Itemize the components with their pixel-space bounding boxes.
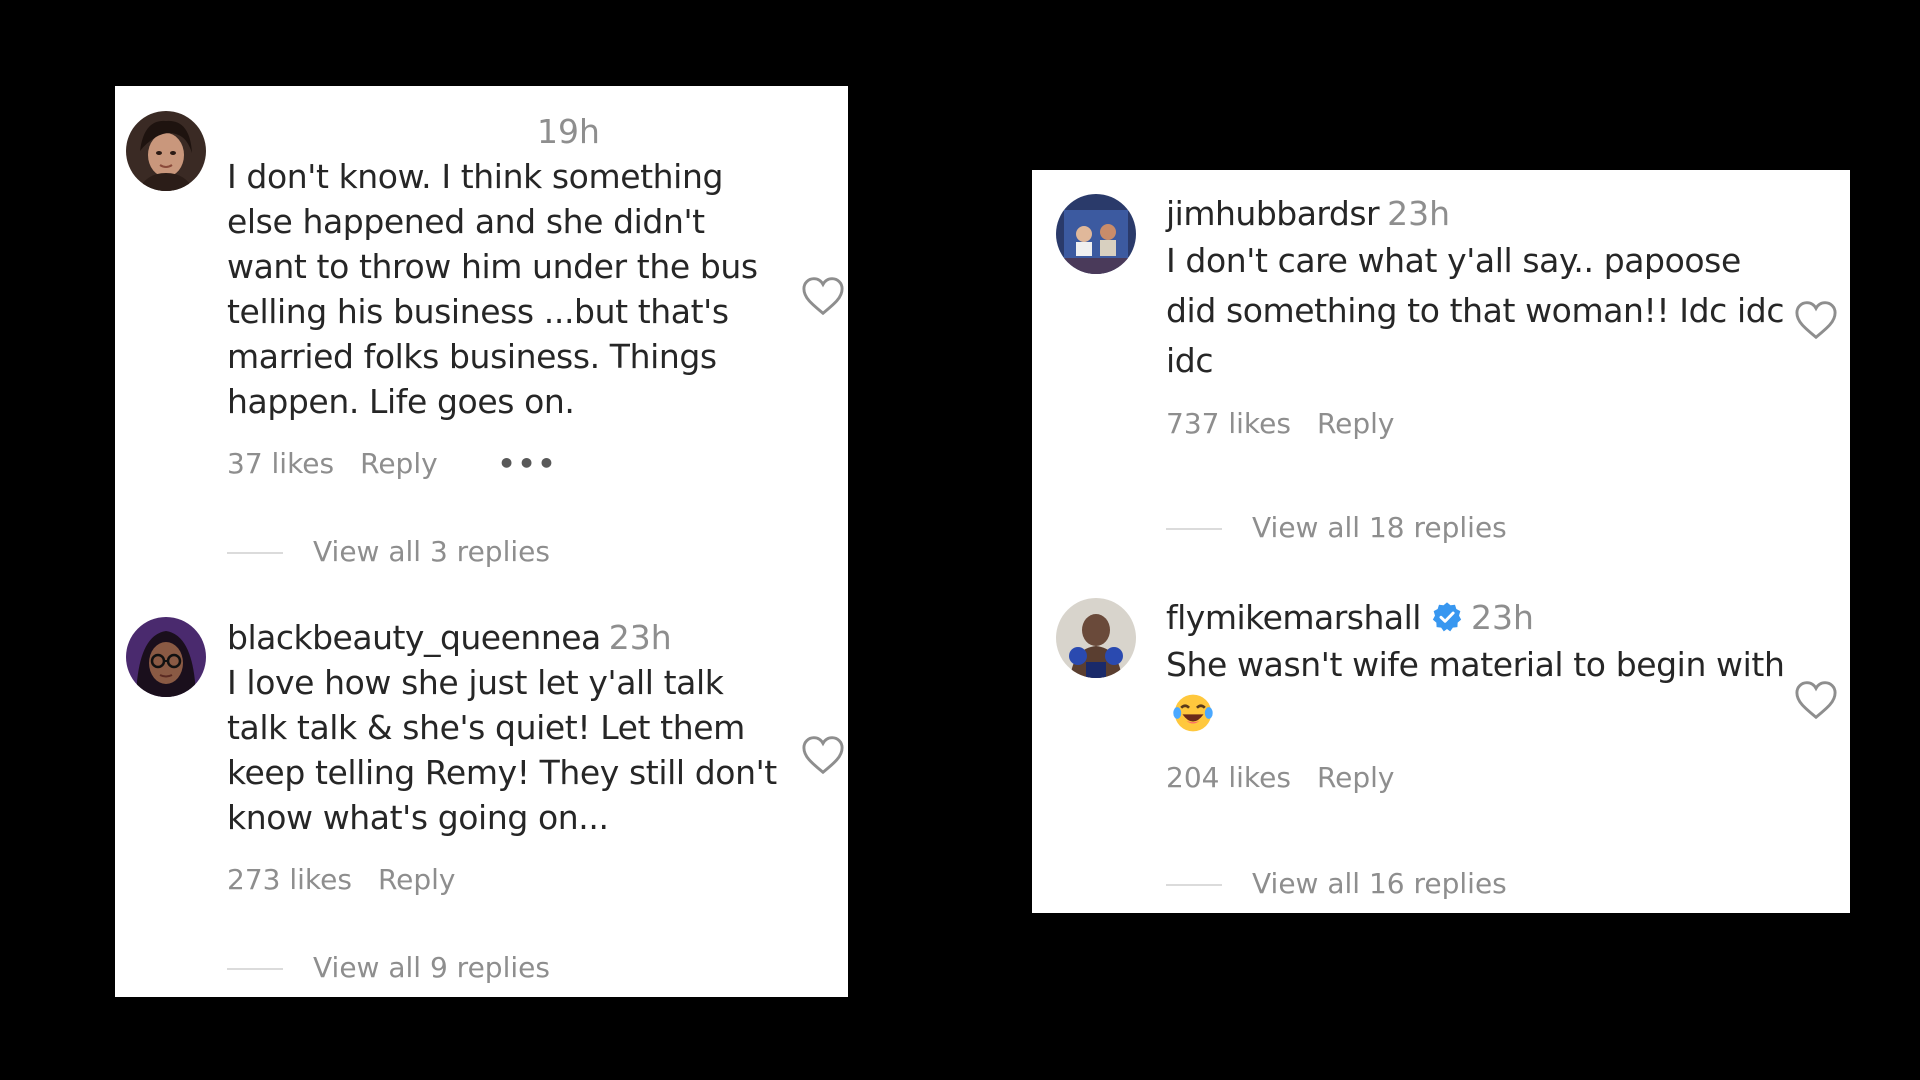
user-avatar[interactable] — [126, 617, 206, 697]
comment-timestamp: 23h — [1387, 194, 1451, 233]
comment-text: She wasn't wife material to begin with — [1166, 645, 1785, 684]
avatar-group-photo-icon — [1056, 194, 1136, 274]
like-heart-icon[interactable] — [801, 276, 845, 316]
comment-text: I love how she just let y'all talk talk … — [227, 663, 777, 837]
comment-header: blackbeauty_queennea 23h — [227, 616, 787, 660]
like-heart-icon[interactable] — [801, 735, 845, 775]
comment-timestamp: 23h — [1470, 598, 1534, 637]
comment-header: flymikemarshall 23h — [1166, 596, 1796, 640]
view-replies-link[interactable]: View all 9 replies — [227, 948, 550, 988]
comment-actions: 204 likes Reply — [1166, 758, 1796, 798]
user-avatar[interactable] — [1056, 598, 1136, 678]
reply-button[interactable]: Reply — [360, 444, 438, 484]
comments-panel-left: 19h I don't know. I think something else… — [115, 86, 848, 997]
comment-header: jimhubbardsr 23h — [1166, 192, 1796, 236]
likes-count[interactable]: 273 likes — [227, 860, 352, 900]
comment-text: I don't know. I think something else hap… — [227, 157, 758, 421]
replies-divider — [227, 968, 283, 970]
more-options-icon[interactable]: ••• — [498, 444, 558, 484]
reply-button[interactable]: Reply — [1317, 758, 1395, 798]
comment-actions: 737 likes Reply — [1166, 404, 1796, 444]
verified-badge-icon — [1432, 602, 1462, 632]
like-heart-icon[interactable] — [1794, 300, 1838, 340]
user-avatar[interactable] — [1056, 194, 1136, 274]
reply-button[interactable]: Reply — [1317, 404, 1395, 444]
laughing-tears-emoji-icon — [1173, 694, 1213, 732]
view-replies-link[interactable]: View all 16 replies — [1166, 864, 1507, 904]
comments-panel-right: jimhubbardsr 23h I don't care what y'all … — [1032, 170, 1850, 913]
view-replies-label[interactable]: View all 18 replies — [1252, 511, 1507, 544]
username-link[interactable]: jimhubbardsr — [1166, 194, 1380, 233]
avatar-boxer-photo-icon — [1056, 598, 1136, 678]
comment-text: I don't care what y'all say.. papoose di… — [1166, 241, 1785, 380]
comment-text-wrapper: She wasn't wife material to begin with — [1166, 640, 1796, 740]
replies-divider — [227, 552, 283, 554]
comment-timestamp: 23h — [608, 618, 672, 657]
user-avatar[interactable] — [126, 111, 206, 191]
avatar-woman-photo-icon — [126, 111, 206, 191]
likes-count[interactable]: 204 likes — [1166, 758, 1291, 798]
view-replies-link[interactable]: View all 3 replies — [227, 532, 550, 572]
likes-count[interactable]: 37 likes — [227, 444, 334, 484]
comment-actions: 273 likes Reply — [227, 860, 787, 900]
like-heart-icon[interactable] — [1794, 680, 1838, 720]
view-replies-label[interactable]: View all 9 replies — [313, 951, 550, 984]
comment-timestamp: 19h — [537, 112, 600, 151]
reply-button[interactable]: Reply — [378, 860, 456, 900]
username-link[interactable]: flymikemarshall — [1166, 598, 1421, 637]
view-replies-label[interactable]: View all 3 replies — [313, 535, 550, 568]
comment-header: 19h — [227, 110, 787, 154]
avatar-woman-glasses-icon — [126, 617, 206, 697]
username-link[interactable]: blackbeauty_queennea — [227, 618, 601, 657]
likes-count[interactable]: 737 likes — [1166, 404, 1291, 444]
replies-divider — [1166, 528, 1222, 530]
replies-divider — [1166, 884, 1222, 886]
view-replies-link[interactable]: View all 18 replies — [1166, 508, 1507, 548]
view-replies-label[interactable]: View all 16 replies — [1252, 867, 1507, 900]
comment-actions: 37 likes Reply ••• — [227, 444, 787, 484]
